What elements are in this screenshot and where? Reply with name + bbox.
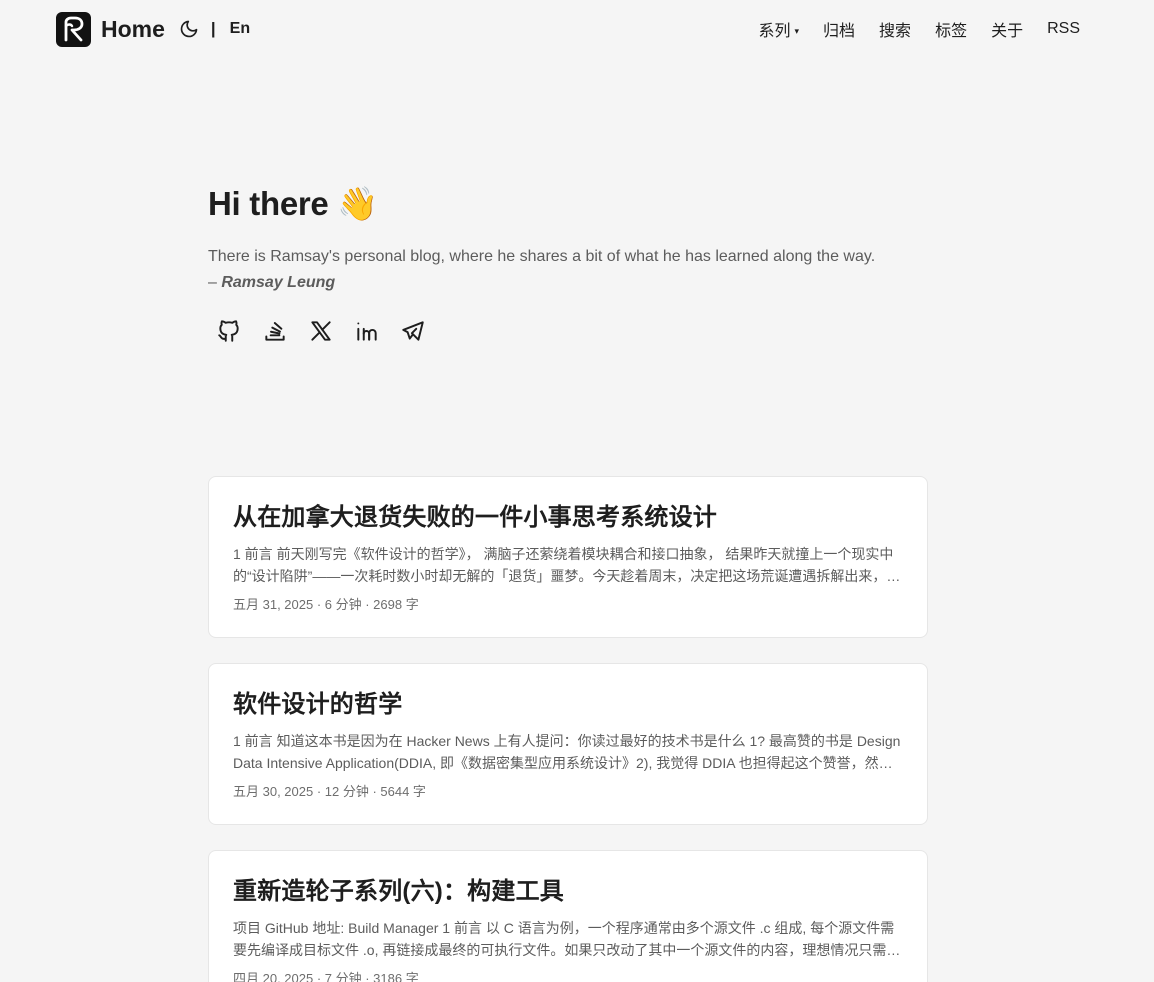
profile-hero: Hi there 👋 There is Ramsay's personal bl…	[208, 180, 928, 344]
hero-title: Hi there 👋	[208, 185, 379, 222]
github-icon[interactable]	[216, 318, 242, 344]
author-name: Ramsay Leung	[221, 274, 336, 291]
nav-item-archive[interactable]: 归档	[823, 17, 855, 41]
post-meta: 五月 31, 2025 · 6 分钟 · 2698 字	[233, 597, 419, 612]
nav-item-label: 系列	[758, 23, 791, 40]
post-card[interactable]: 软件设计的哲学 1 前言 知道这本书是因为在 Hacker News 上有人提问…	[208, 663, 928, 825]
home-link[interactable]: Home	[101, 16, 165, 43]
nav-item-about[interactable]: 关于	[991, 17, 1023, 41]
post-summary: 项目 GitHub 地址: Build Manager 1 前言 以 C 语言为…	[233, 920, 901, 958]
x-icon[interactable]	[308, 318, 334, 344]
nav-item-rss[interactable]: RSS	[1047, 20, 1080, 38]
post-title[interactable]: 从在加拿大退货失败的一件小事思考系统设计	[233, 501, 903, 535]
post-summary: 1 前言 知道这本书是因为在 Hacker News 上有人提问：你读过最好的技…	[233, 733, 901, 771]
post-title[interactable]: 重新造轮子系列(六)：构建工具	[233, 875, 903, 909]
hero-description: There is Ramsay's personal blog, where h…	[208, 244, 928, 296]
lang-separator: |	[210, 19, 216, 38]
site-header: Home | En 系列 ▾ 归档 搜索 标签 关于 RSS	[56, 11, 1080, 47]
nav-item-search[interactable]: 搜索	[879, 17, 911, 41]
social-links	[216, 318, 928, 344]
post-meta: 四月 20, 2025 · 7 分钟 · 3186 字	[233, 971, 419, 982]
telegram-icon[interactable]	[400, 318, 426, 344]
nav-item-series[interactable]: 系列 ▾	[758, 17, 799, 41]
hero-description-text: There is Ramsay's personal blog, where h…	[208, 248, 876, 265]
author-dash: –	[208, 274, 222, 291]
linkedin-icon[interactable]	[354, 318, 380, 344]
post-summary: 1 前言 前天刚写完《软件设计的哲学》， 满脑子还萦绕着模块耦合和接口抽象， 结…	[233, 546, 901, 584]
post-card[interactable]: 从在加拿大退货失败的一件小事思考系统设计 1 前言 前天刚写完《软件设计的哲学》…	[208, 476, 928, 638]
language-switch[interactable]: En	[230, 20, 250, 38]
brand: Home | En	[56, 11, 250, 47]
post-card[interactable]: 重新造轮子系列(六)：构建工具 项目 GitHub 地址: Build Mana…	[208, 850, 928, 982]
caret-down-icon: ▾	[794, 26, 800, 36]
post-title[interactable]: 软件设计的哲学	[233, 688, 903, 722]
stackoverflow-icon[interactable]	[262, 318, 288, 344]
main-nav: 系列 ▾ 归档 搜索 标签 关于 RSS	[758, 17, 1080, 41]
moon-icon[interactable]	[179, 19, 199, 39]
page: Home | En 系列 ▾ 归档 搜索 标签 关于 RSS Hi there 👋…	[0, 0, 1154, 982]
nav-item-tags[interactable]: 标签	[935, 17, 967, 41]
post-meta: 五月 30, 2025 · 12 分钟 · 5644 字	[233, 784, 426, 799]
r-logo-icon[interactable]	[56, 11, 91, 47]
